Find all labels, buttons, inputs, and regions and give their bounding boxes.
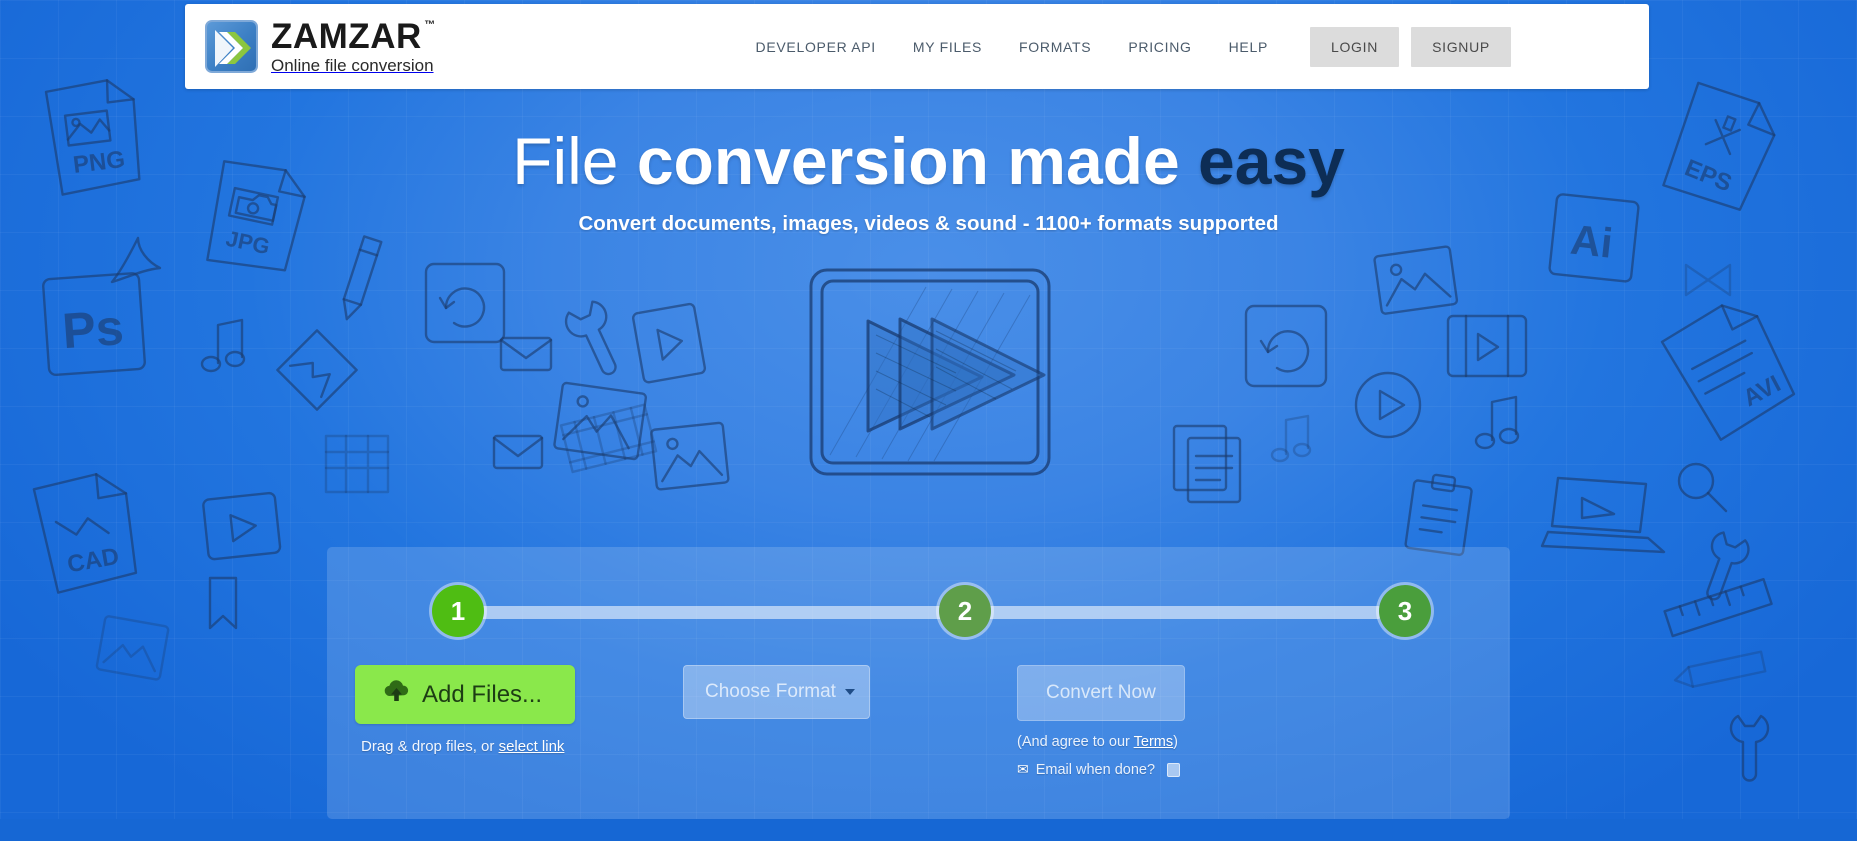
choose-format-label: Choose Format: [705, 681, 836, 702]
doodle-diamond-image: [276, 329, 358, 411]
doodle-magnifier: [1677, 462, 1728, 513]
dragdrop-text: Drag & drop files, or: [361, 738, 499, 755]
brand-name: ZAMZAR ™: [271, 17, 435, 56]
doodle-image-right-1: [1373, 245, 1459, 315]
convert-now-button[interactable]: Convert Now: [1017, 665, 1185, 721]
bottom-strip: [0, 819, 1857, 841]
doodle-wrench: [564, 300, 617, 376]
doodle-document-stack: [1172, 424, 1242, 504]
headline-part-3: easy: [1198, 124, 1345, 198]
main-navigation: DEVELOPER API MY FILES FORMATS PRICING H…: [756, 39, 1268, 55]
doodle-avi-file: AVI: [1660, 304, 1796, 441]
brand-logo-link[interactable]: ZAMZAR ™ Online file conversion: [205, 17, 435, 75]
step-1-column: Add Files... Drag & drop files, or selec…: [355, 665, 735, 755]
doodle-music-note: [200, 318, 246, 373]
doodle-play-box: [202, 491, 282, 561]
step-3-indicator[interactable]: 3: [1379, 585, 1431, 637]
chevron-down-icon: [845, 689, 855, 695]
terms-link[interactable]: Terms: [1134, 734, 1173, 750]
choose-format-dropdown[interactable]: Choose Format: [683, 665, 870, 719]
step-2-indicator[interactable]: 2: [939, 585, 991, 637]
step-progress: 1 2 3: [327, 547, 1510, 667]
brand-tagline: Online file conversion: [271, 56, 434, 75]
terms-suffix: ): [1173, 734, 1178, 750]
step-progress-track: [458, 606, 1380, 619]
add-files-button[interactable]: Add Files...: [355, 665, 576, 724]
email-when-done-checkbox[interactable]: [1167, 762, 1181, 777]
doodle-clipboard: [1404, 473, 1473, 557]
step-2-column: Choose Format: [683, 665, 1063, 719]
terms-hint: (And agree to our Terms): [1017, 734, 1487, 750]
sketch-play-button-icon: [806, 265, 1056, 485]
doodle-envelope-2: [492, 434, 544, 470]
brand-text: ZAMZAR ™ Online file conversion: [271, 17, 435, 75]
step-1-indicator[interactable]: 1: [432, 585, 484, 637]
auth-buttons: LOGIN SIGNUP: [1309, 26, 1511, 67]
doodle-ps-file: Ps: [42, 272, 146, 377]
doodle-wrench-far: [1729, 714, 1770, 782]
doodle-refresh-right: [1244, 304, 1328, 388]
doodle-envelope-1: [499, 336, 553, 372]
doodle-film-strip: [559, 403, 658, 474]
terms-prefix: (And agree to our: [1017, 734, 1134, 750]
hero-section: File conversion made easy Convert docume…: [0, 128, 1857, 236]
doodle-pencil: [342, 235, 383, 321]
doodle-ruler: [1663, 577, 1773, 638]
nav-help[interactable]: HELP: [1229, 39, 1268, 55]
site-header: ZAMZAR ™ Online file conversion DEVELOPER…: [185, 4, 1649, 89]
svg-text:AVI: AVI: [1739, 370, 1785, 412]
headline-part-1: File: [512, 124, 637, 198]
doodle-image-file: [650, 421, 730, 491]
doodle-pen: [1673, 650, 1767, 688]
doodle-bookmark: [208, 576, 238, 630]
dragdrop-hint: Drag & drop files, or select link: [361, 738, 735, 755]
doodle-media-box-right: [1446, 314, 1528, 378]
nav-developer-api[interactable]: DEVELOPER API: [756, 39, 876, 55]
nav-my-files[interactable]: MY FILES: [913, 39, 982, 55]
doodle-laptop: [1540, 476, 1666, 554]
doodle-music-small: [1270, 414, 1312, 463]
brand-trademark: ™: [424, 19, 436, 31]
svg-text:CAD: CAD: [65, 543, 121, 579]
nav-formats[interactable]: FORMATS: [1019, 39, 1091, 55]
headline-part-2: conversion made: [636, 124, 1199, 198]
login-button[interactable]: LOGIN: [1309, 26, 1400, 67]
hero-subtitle: Convert documents, images, videos & soun…: [578, 212, 1279, 235]
envelope-icon: ✉: [1017, 761, 1029, 777]
nav-pricing[interactable]: PRICING: [1128, 39, 1191, 55]
doodle-cad-file: CAD: [32, 473, 138, 594]
doodle-spreadsheet: [324, 434, 390, 494]
doodle-video-doc: [632, 302, 707, 384]
doodle-play-circle: [1354, 371, 1422, 439]
signup-button[interactable]: SIGNUP: [1411, 26, 1511, 67]
svg-text:Ps: Ps: [60, 299, 125, 359]
step-3-column: Convert Now (And agree to our Terms) ✉ E…: [1017, 665, 1487, 778]
cloud-upload-icon: [382, 679, 411, 710]
add-files-label: Add Files...: [422, 680, 543, 708]
doodle-music-note-right: [1474, 395, 1520, 450]
doodle-image-file-2: [95, 615, 170, 681]
page-title: File conversion made easy: [0, 128, 1857, 194]
converter-panel: 1 2 3 Add Files... Drag & drop files, or…: [327, 547, 1510, 819]
zamzar-logo-icon: [205, 20, 258, 73]
select-link[interactable]: select link: [499, 738, 565, 755]
email-when-done-label: Email when done?: [1035, 761, 1156, 778]
email-when-done-row: ✉ Email when done?: [1017, 761, 1487, 778]
brand-name-text: ZAMZAR: [271, 17, 422, 56]
